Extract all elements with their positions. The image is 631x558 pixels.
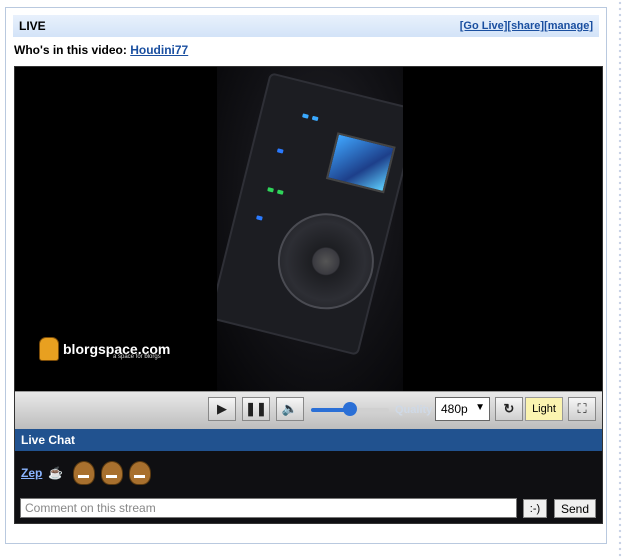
player-controls: ▶ ❚❚ 🔈 Quality 480p ▼ ↻ Light ⛶ — [15, 391, 602, 429]
coffee-icon: ☕ — [48, 466, 64, 480]
watermark-logo: blorgspace.com a space for blorgs — [39, 337, 170, 361]
controller-led — [267, 187, 274, 193]
chat-user-link[interactable]: Zep — [21, 466, 42, 480]
video-player: blorgspace.com a space for blorgs ▶ ❚❚ 🔈… — [14, 66, 603, 524]
dj-controller-image — [217, 72, 403, 356]
mascot-icon — [39, 337, 59, 361]
volume-icon: 🔈 — [281, 401, 299, 416]
refresh-button[interactable]: ↻ — [495, 397, 523, 421]
grin-emoji-icon — [129, 461, 152, 485]
quality-value: 480p — [441, 402, 468, 416]
controller-led — [276, 148, 284, 154]
chevron-down-icon: ▼ — [475, 402, 485, 413]
go-live-link[interactable]: [Go Live] — [460, 20, 508, 32]
controller-screen — [325, 132, 396, 194]
header-links: [Go Live][share][manage] — [460, 20, 593, 32]
controller-led — [302, 113, 309, 119]
grin-emoji-icon — [73, 461, 96, 485]
participants-label: Who's in this video: — [14, 43, 127, 57]
fullscreen-button[interactable]: ⛶ — [568, 397, 596, 421]
live-chat-title: Live Chat — [15, 429, 602, 451]
video-participants: Who's in this video: Houdini77 — [14, 43, 188, 57]
play-icon: ▶ — [217, 401, 227, 416]
light-label: Light — [532, 403, 556, 415]
pause-icon: ❚❚ — [245, 401, 267, 416]
chat-input-row: :-) Send — [15, 495, 602, 523]
watermark-tagline: a space for blorgs — [113, 354, 161, 360]
pause-button[interactable]: ❚❚ — [242, 397, 270, 421]
manage-link[interactable]: [manage] — [544, 20, 593, 32]
panel-title: LIVE — [19, 19, 46, 33]
mute-button[interactable]: 🔈 — [276, 397, 304, 421]
video-area[interactable]: blorgspace.com a space for blorgs — [15, 67, 602, 391]
quality-select[interactable]: 480p ▼ — [435, 397, 490, 421]
chat-messages: Zep ☕ — [15, 451, 602, 495]
volume-slider[interactable] — [311, 402, 389, 416]
chat-comment-input[interactable] — [20, 498, 517, 518]
video-frame — [217, 67, 403, 391]
controller-led — [311, 115, 319, 122]
send-button[interactable]: Send — [554, 499, 596, 518]
refresh-icon: ↻ — [503, 401, 515, 416]
controller-led — [276, 189, 284, 195]
grin-emoji-icon — [101, 461, 124, 485]
fullscreen-icon: ⛶ — [577, 401, 587, 416]
panel-header: LIVE [Go Live][share][manage] — [13, 15, 599, 37]
share-link[interactable]: [share] — [507, 20, 544, 32]
live-panel: LIVE [Go Live][share][manage] Who's in t… — [5, 7, 607, 544]
light-toggle-button[interactable]: Light — [525, 397, 563, 421]
page-border-dots — [617, 0, 623, 558]
participant-link[interactable]: Houdini77 — [130, 43, 188, 57]
controller-led — [256, 215, 263, 221]
play-button[interactable]: ▶ — [208, 397, 236, 421]
emoticon-button[interactable]: :-) — [523, 499, 547, 518]
volume-slider-knob[interactable] — [343, 402, 357, 416]
quality-label: Quality — [395, 404, 433, 416]
controller-jog-wheel — [267, 203, 385, 320]
